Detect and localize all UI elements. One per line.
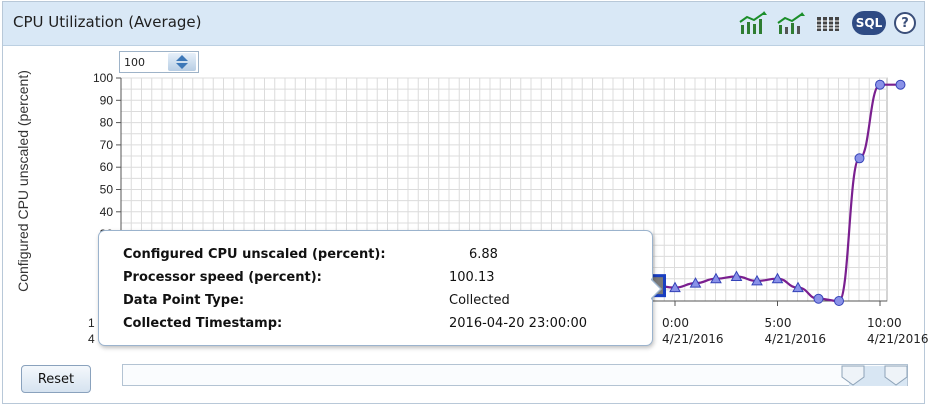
y-tick-label: 70: [100, 138, 114, 152]
data-point-circle: [813, 293, 824, 304]
tooltip-value: 100.13: [449, 270, 495, 285]
reset-button[interactable]: Reset: [21, 365, 91, 393]
tooltip-label: Configured CPU unscaled (percent):: [123, 247, 386, 262]
y-tick-label: 60: [100, 160, 114, 174]
y-max-spinner[interactable]: [168, 53, 196, 71]
tooltip-value: 2016-04-20 23:00:00: [449, 316, 588, 331]
data-point-circle: [875, 79, 885, 90]
tooltip-value: 6.88: [469, 247, 498, 262]
y-tick-label: 40: [100, 205, 114, 219]
x-tick-partial-label: 4: [88, 332, 95, 346]
x-tick-date-label: 4/21/2016: [765, 332, 827, 346]
x-tick-partial-label: 1: [88, 316, 95, 330]
data-point-circle: [834, 296, 844, 306]
data-point-circle: [895, 79, 906, 90]
tooltip-label: Data Point Type:: [123, 293, 245, 308]
x-tick-time-label: 10:00: [867, 316, 902, 330]
y-max-control: [119, 51, 199, 73]
x-tick-time-label: 0:00: [662, 316, 689, 330]
tooltip-label: Collected Timestamp:: [123, 316, 283, 331]
x-tick-time-label: 5:00: [765, 316, 792, 330]
data-point-circle: [854, 153, 865, 164]
x-tick-date-label: 4/21/2016: [867, 332, 928, 346]
spin-up-icon: [176, 55, 188, 61]
time-range-slider[interactable]: [122, 364, 908, 386]
y-tick-label: 80: [100, 116, 114, 130]
tooltip-label: Processor speed (percent):: [123, 270, 322, 285]
tooltip-value: Collected: [449, 293, 510, 308]
y-tick-label: 100: [93, 71, 113, 85]
x-tick-date-label: 4/21/2016: [662, 332, 724, 346]
spin-down-icon: [176, 63, 188, 69]
tooltip-arrow-inner: [650, 279, 660, 299]
y-tick-label: 90: [100, 93, 114, 107]
y-tick-label: 50: [100, 183, 114, 197]
data-point-tooltip: Configured CPU unscaled (percent): 6.88 …: [98, 230, 653, 346]
y-max-input[interactable]: [120, 53, 166, 71]
